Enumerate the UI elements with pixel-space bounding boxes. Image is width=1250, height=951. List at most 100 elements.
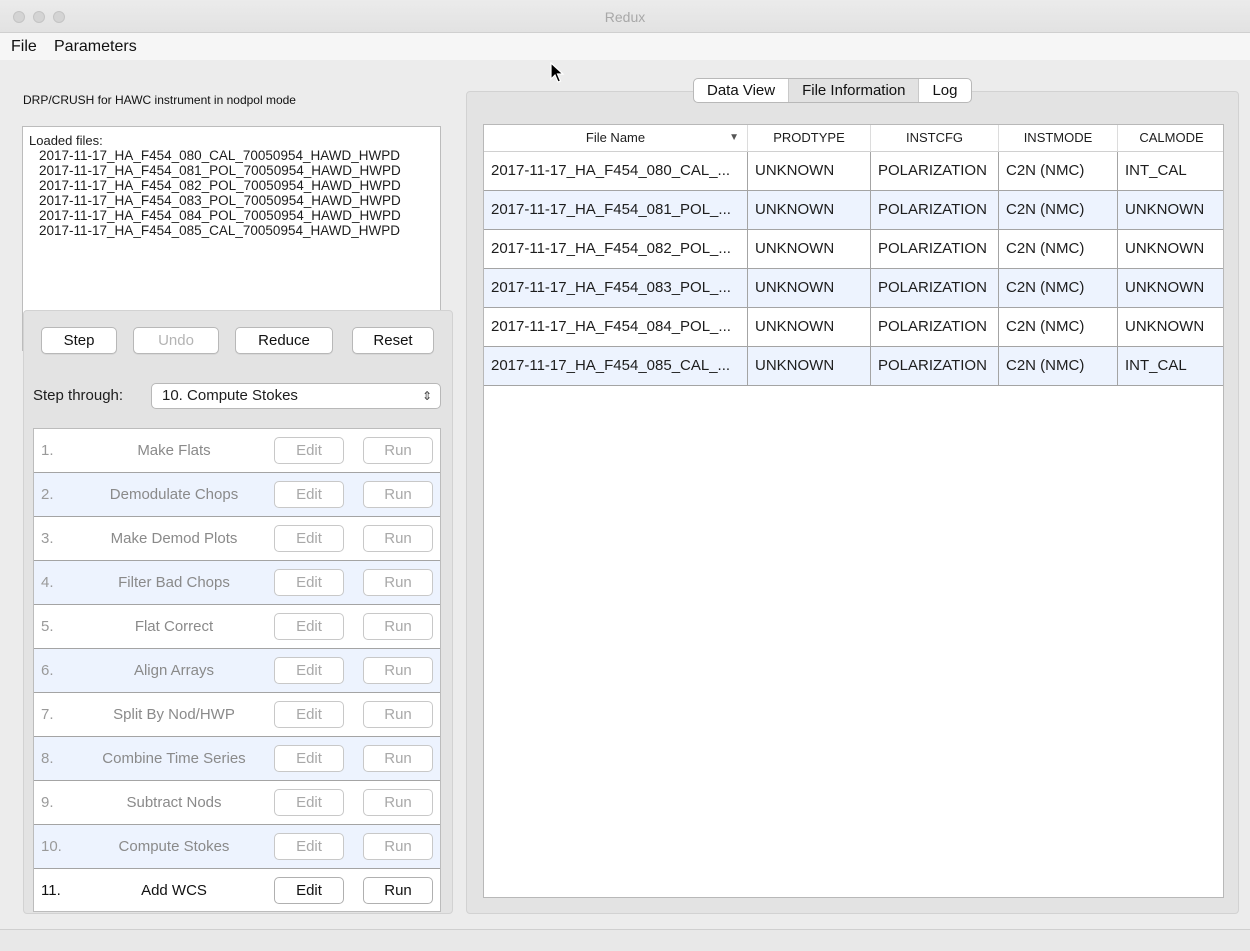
loaded-files-title: Loaded files:	[29, 133, 103, 148]
loaded-file-item[interactable]: 2017-11-17_HA_F454_081_POL_70050954_HAWD…	[39, 163, 401, 178]
column-header-prodtype[interactable]: PRODTYPE	[748, 125, 871, 152]
edit-step-button[interactable]: Edit	[274, 525, 344, 552]
loaded-file-item[interactable]: 2017-11-17_HA_F454_082_POL_70050954_HAWD…	[39, 178, 401, 193]
step-name: Subtract Nods	[126, 794, 222, 811]
step-number: 10.	[41, 838, 62, 855]
edit-step-button[interactable]: Edit	[274, 833, 344, 860]
run-step-button[interactable]: Run	[363, 481, 433, 508]
step-row: 10. Compute Stokes Edit Run	[34, 825, 440, 869]
cell-file-name: 2017-11-17_HA_F454_081_POL_...	[484, 191, 748, 229]
run-step-button[interactable]: Run	[363, 569, 433, 596]
table-row[interactable]: 2017-11-17_HA_F454_080_CAL_... UNKNOWN P…	[484, 152, 1223, 191]
loaded-file-item[interactable]: 2017-11-17_HA_F454_085_CAL_70050954_HAWD…	[39, 223, 400, 238]
cell-file-name: 2017-11-17_HA_F454_085_CAL_...	[484, 347, 748, 385]
step-name: Align Arrays	[133, 662, 215, 679]
menu-file[interactable]: File	[11, 38, 37, 56]
column-header-calmode[interactable]: CALMODE	[1118, 125, 1223, 152]
cell-calmode: UNKNOWN	[1125, 201, 1205, 218]
cell-prodtype: UNKNOWN	[748, 230, 871, 268]
run-step-button[interactable]: Run	[363, 657, 433, 684]
edit-step-button[interactable]: Edit	[274, 745, 344, 772]
step-name: Flat Correct	[134, 618, 214, 635]
edit-step-button[interactable]: Edit	[274, 877, 344, 904]
step-name: Compute Stokes	[118, 838, 230, 855]
loaded-file-item[interactable]: 2017-11-17_HA_F454_083_POL_70050954_HAWD…	[39, 193, 401, 208]
cell-file-name: 2017-11-17_HA_F454_082_POL_...	[484, 230, 748, 268]
edit-step-button[interactable]: Edit	[274, 789, 344, 816]
step-name: Split By Nod/HWP	[113, 706, 235, 723]
table-row[interactable]: 2017-11-17_HA_F454_084_POL_... UNKNOWN P…	[484, 308, 1223, 347]
step-button[interactable]: Step	[41, 327, 117, 354]
column-header-instmode[interactable]: INSTMODE	[999, 125, 1118, 152]
step-name: Filter Bad Chops	[118, 574, 230, 591]
table-row[interactable]: 2017-11-17_HA_F454_085_CAL_... UNKNOWN P…	[484, 347, 1223, 386]
title-bar: Redux	[0, 0, 1250, 33]
edit-step-button[interactable]: Edit	[274, 613, 344, 640]
window-title: Redux	[604, 9, 646, 25]
sort-desc-icon: ▼	[729, 132, 739, 143]
cell-calmode: UNKNOWN	[1125, 240, 1205, 257]
run-step-button[interactable]: Run	[363, 613, 433, 640]
step-row: 5. Flat Correct Edit Run	[34, 605, 440, 649]
edit-step-button[interactable]: Edit	[274, 569, 344, 596]
cell-instcfg: POLARIZATION	[871, 269, 999, 307]
step-row-active: 11. Add WCS Edit Run	[34, 869, 440, 913]
chevron-updown-icon: ⇕	[421, 389, 432, 403]
cell-file-name: 2017-11-17_HA_F454_083_POL_...	[484, 269, 748, 307]
column-header-file-name[interactable]: File Name ▼	[484, 125, 748, 152]
step-number: 7.	[41, 706, 54, 723]
cell-instcfg: POLARIZATION	[871, 230, 999, 268]
cell-calmode: INT_CAL	[1125, 162, 1187, 179]
cell-prodtype: UNKNOWN	[748, 191, 871, 229]
edit-step-button[interactable]: Edit	[274, 657, 344, 684]
main-area: DRP/CRUSH for HAWC instrument in nodpol …	[0, 60, 1250, 929]
mode-label: DRP/CRUSH for HAWC instrument in nodpol …	[23, 93, 296, 107]
run-step-button[interactable]: Run	[363, 437, 433, 464]
status-bar	[0, 929, 1250, 951]
run-step-button[interactable]: Run	[363, 789, 433, 816]
table-row[interactable]: 2017-11-17_HA_F454_081_POL_... UNKNOWN P…	[484, 191, 1223, 230]
step-through-select[interactable]: 10. Compute Stokes ⇕	[151, 383, 441, 409]
tab-file-information[interactable]: File Information	[788, 79, 920, 102]
table-row[interactable]: 2017-11-17_HA_F454_083_POL_... UNKNOWN P…	[484, 269, 1223, 308]
reduce-button[interactable]: Reduce	[235, 327, 333, 354]
step-row: 6. Align Arrays Edit Run	[34, 649, 440, 693]
edit-step-button[interactable]: Edit	[274, 437, 344, 464]
cell-file-name: 2017-11-17_HA_F454_084_POL_...	[484, 308, 748, 346]
step-number: 3.	[41, 530, 54, 547]
edit-step-button[interactable]: Edit	[274, 481, 344, 508]
column-header-instcfg[interactable]: INSTCFG	[871, 125, 999, 152]
step-number: 2.	[41, 486, 54, 503]
run-step-button[interactable]: Run	[363, 701, 433, 728]
step-name: Demodulate Chops	[109, 486, 239, 503]
tab-data-view[interactable]: Data View	[694, 79, 788, 102]
run-step-button[interactable]: Run	[363, 877, 433, 904]
column-header-label: File Name	[585, 130, 646, 145]
loaded-file-item[interactable]: 2017-11-17_HA_F454_080_CAL_70050954_HAWD…	[39, 148, 400, 163]
menu-parameters[interactable]: Parameters	[54, 38, 137, 56]
step-number: 11.	[41, 882, 61, 899]
step-number: 5.	[41, 618, 54, 635]
run-step-button[interactable]: Run	[363, 525, 433, 552]
cell-instmode: C2N (NMC)	[999, 152, 1118, 190]
loaded-file-item[interactable]: 2017-11-17_HA_F454_084_POL_70050954_HAWD…	[39, 208, 401, 223]
cell-calmode: INT_CAL	[1125, 357, 1187, 374]
step-number: 9.	[41, 794, 54, 811]
reset-button[interactable]: Reset	[352, 327, 434, 354]
table-row[interactable]: 2017-11-17_HA_F454_082_POL_... UNKNOWN P…	[484, 230, 1223, 269]
cell-prodtype: UNKNOWN	[748, 347, 871, 385]
step-through-label: Step through:	[33, 387, 124, 404]
cell-instcfg: POLARIZATION	[871, 152, 999, 190]
cell-instcfg: POLARIZATION	[871, 347, 999, 385]
edit-step-button[interactable]: Edit	[274, 701, 344, 728]
cell-prodtype: UNKNOWN	[748, 152, 871, 190]
tab-log[interactable]: Log	[919, 79, 970, 102]
step-name: Add WCS	[141, 882, 207, 899]
run-step-button[interactable]: Run	[363, 833, 433, 860]
step-row: 9. Subtract Nods Edit Run	[34, 781, 440, 825]
undo-button[interactable]: Undo	[133, 327, 219, 354]
cell-file-name: 2017-11-17_HA_F454_080_CAL_...	[484, 152, 748, 190]
step-row: 2. Demodulate Chops Edit Run	[34, 473, 440, 517]
run-step-button[interactable]: Run	[363, 745, 433, 772]
step-name: Make Demod Plots	[110, 530, 238, 547]
